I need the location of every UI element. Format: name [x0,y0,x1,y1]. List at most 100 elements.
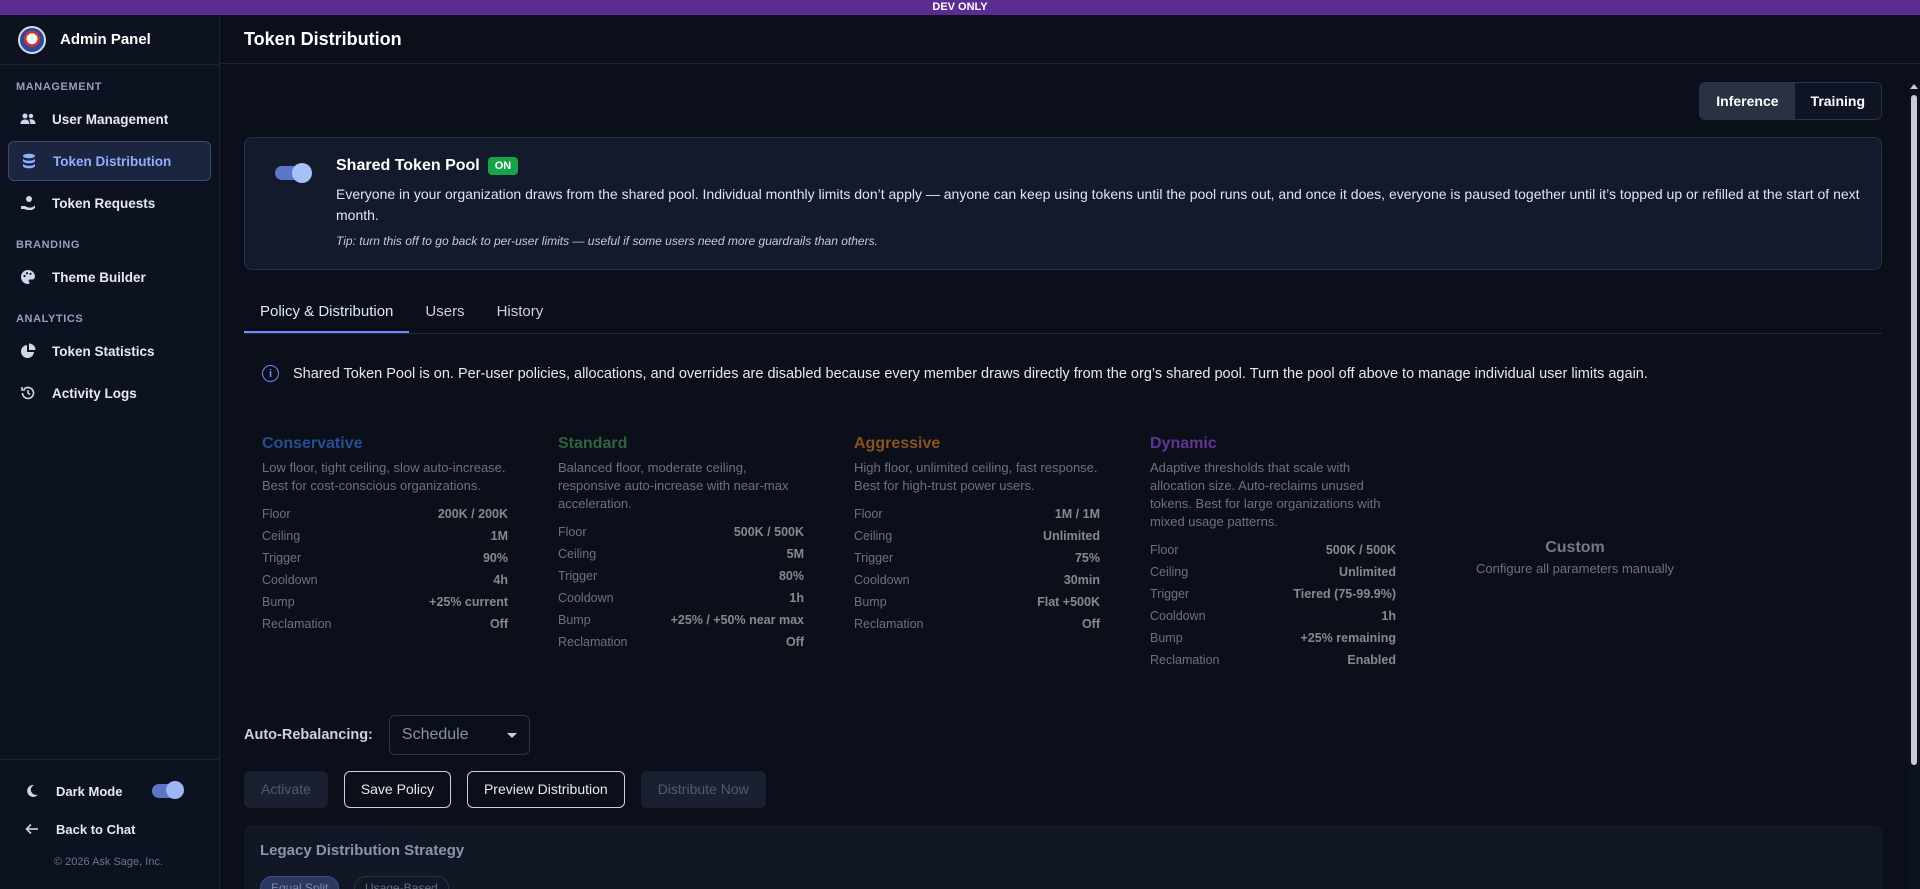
section-label-management: MANAGEMENT [16,81,103,93]
chip-usage-based[interactable]: Usage-Based [354,876,449,889]
tab-bar: Policy & Distribution Users History [244,292,1882,334]
policy-row: Floor 1M / 1M [854,507,1100,521]
policy-description: Low floor, tight ceiling, slow auto-incr… [262,460,506,493]
policy-row: Reclamation Enabled [1150,653,1396,667]
sidebar-item-label: Token Requests [52,195,156,211]
policy-row: Bump +25% current [262,595,508,609]
sidebar-item-label: Token Statistics [52,343,155,359]
scroll-thumb[interactable] [1911,95,1917,765]
policy-row: Bump +25% / +50% near max [558,613,804,627]
pie-chart-icon [20,343,36,359]
policy-row: Ceiling Unlimited [854,529,1100,543]
policy-name: Standard [558,435,628,452]
policy-row: Trigger 80% [558,569,804,583]
tab-history[interactable]: History [481,292,560,333]
sidebar-item-theme-builder[interactable]: Theme Builder [8,257,211,297]
shared-pool-toggle[interactable] [275,163,312,183]
policy-row: Cooldown 1h [558,591,804,605]
moon-icon [24,783,40,799]
policy-row: Floor 500K / 500K [1150,543,1396,557]
shared-pool-title: Shared Token Pool ON [336,157,519,175]
tab-users[interactable]: Users [409,292,480,333]
auto-rebalancing-label: Auto-Rebalancing: [244,727,373,743]
palette-icon [20,269,36,285]
copyright: © 2026 Ask Sage, Inc. [54,856,164,868]
sidebar-item-token-distribution[interactable]: Token Distribution [8,141,211,181]
page-title: Token Distribution [220,15,1920,64]
dark-mode-toggle[interactable] [152,781,184,799]
policy-row: Trigger 75% [854,551,1100,565]
dark-mode-label: Dark Mode [56,783,123,799]
policy-row: Floor 500K / 500K [558,525,804,539]
info-icon: i [262,365,279,382]
status-badge: ON [487,157,519,175]
info-text: Shared Token Pool is on. Per-user polici… [293,365,1648,382]
policy-row: Ceiling 5M [558,547,804,561]
save-policy-button[interactable]: Save Policy [343,771,451,808]
sidebar-item-user-management[interactable]: User Management [8,99,211,139]
preview-distribution-button[interactable]: Preview Distribution [466,771,625,808]
policy-row: Reclamation Off [854,617,1100,631]
scroll-up-icon[interactable] [1910,84,1918,89]
policy-name: Conservative [262,435,363,452]
dark-mode-row: Dark Mode [0,772,220,810]
dev-only-banner: DEV ONLY [0,0,1920,15]
select-value: Schedule [401,726,469,743]
shared-pool-title-text: Shared Token Pool [336,157,480,174]
policy-card-custom[interactable]: Custom Configure all parameters manually [1465,539,1685,576]
brand[interactable]: Admin Panel [0,15,219,65]
policy-row: Trigger Tiered (75-99.9%) [1150,587,1396,601]
section-label-analytics: ANALYTICS [16,313,84,325]
users-icon [20,111,36,127]
sidebar-footer: Dark Mode Back to Chat © 2026 Ask Sage, … [0,759,220,889]
sidebar-item-label: Token Distribution [53,153,172,169]
info-banner: i Shared Token Pool is on. Per-user poli… [262,365,1648,382]
database-icon [21,153,37,169]
arrow-left-icon [24,821,40,837]
policy-description: High floor, unlimited ceiling, fast resp… [854,460,1098,493]
policy-row: Trigger 90% [262,551,508,565]
custom-title: Custom [1545,539,1605,556]
policy-row: Reclamation Off [262,617,508,631]
distribute-now-button[interactable]: Distribute Now [640,771,766,808]
auto-rebalancing-row: Auto-Rebalancing: Schedule [244,715,530,755]
hand-coins-icon [20,195,36,211]
back-to-chat-label: Back to Chat [56,821,136,837]
back-to-chat-link[interactable]: Back to Chat [0,810,220,848]
policy-name: Aggressive [854,435,941,452]
activate-button[interactable]: Activate [244,771,328,808]
shared-pool-card: Shared Token Pool ON Everyone in your or… [244,137,1882,270]
tab-policy-distribution[interactable]: Policy & Distribution [244,292,410,333]
sidebar-item-token-statistics[interactable]: Token Statistics [8,331,211,371]
policy-row: Cooldown 4h [262,573,508,587]
policy-row: Ceiling Unlimited [1150,565,1396,579]
policy-name: Dynamic [1150,435,1217,452]
legacy-strategy-title: Legacy Distribution Strategy [260,842,465,859]
action-bar: Activate Save Policy Preview Distributio… [244,771,766,808]
mode-switch: Inference Training [1699,82,1882,120]
shared-pool-tip: Tip: turn this off to go back to per-use… [336,234,878,248]
policy-description: Balanced floor, moderate ceiling, respon… [558,460,789,511]
shared-pool-description: Everyone in your organization draws from… [336,186,1860,223]
policy-row: Cooldown 30min [854,573,1100,587]
custom-subtitle: Configure all parameters manually [1476,561,1674,576]
mode-inference-button[interactable]: Inference [1700,83,1795,119]
section-label-branding: BRANDING [16,239,81,251]
policy-row: Floor 200K / 200K [262,507,508,521]
chevron-down-icon [506,732,517,738]
chip-equal-split[interactable]: Equal Split [260,876,340,889]
policy-row: Ceiling 1M [262,529,508,543]
policy-row: Bump +25% remaining [1150,631,1396,645]
policy-card-standard[interactable]: Standard Balanced floor, moderate ceilin… [558,435,804,653]
sidebar-item-token-requests[interactable]: Token Requests [8,183,211,223]
policy-card-conservative[interactable]: Conservative Low floor, tight ceiling, s… [262,435,508,635]
logo-icon [18,25,46,54]
auto-rebalancing-select[interactable]: Schedule [388,715,530,755]
policy-card-dynamic[interactable]: Dynamic Adaptive thresholds that scale w… [1150,435,1396,671]
mode-training-button[interactable]: Training [1794,83,1881,119]
policy-row: Cooldown 1h [1150,609,1396,623]
sidebar-item-activity-logs[interactable]: Activity Logs [8,373,211,413]
scrollbar[interactable] [1908,81,1920,889]
policy-row: Bump Flat +500K [854,595,1100,609]
policy-card-aggressive[interactable]: Aggressive High floor, unlimited ceiling… [854,435,1100,635]
